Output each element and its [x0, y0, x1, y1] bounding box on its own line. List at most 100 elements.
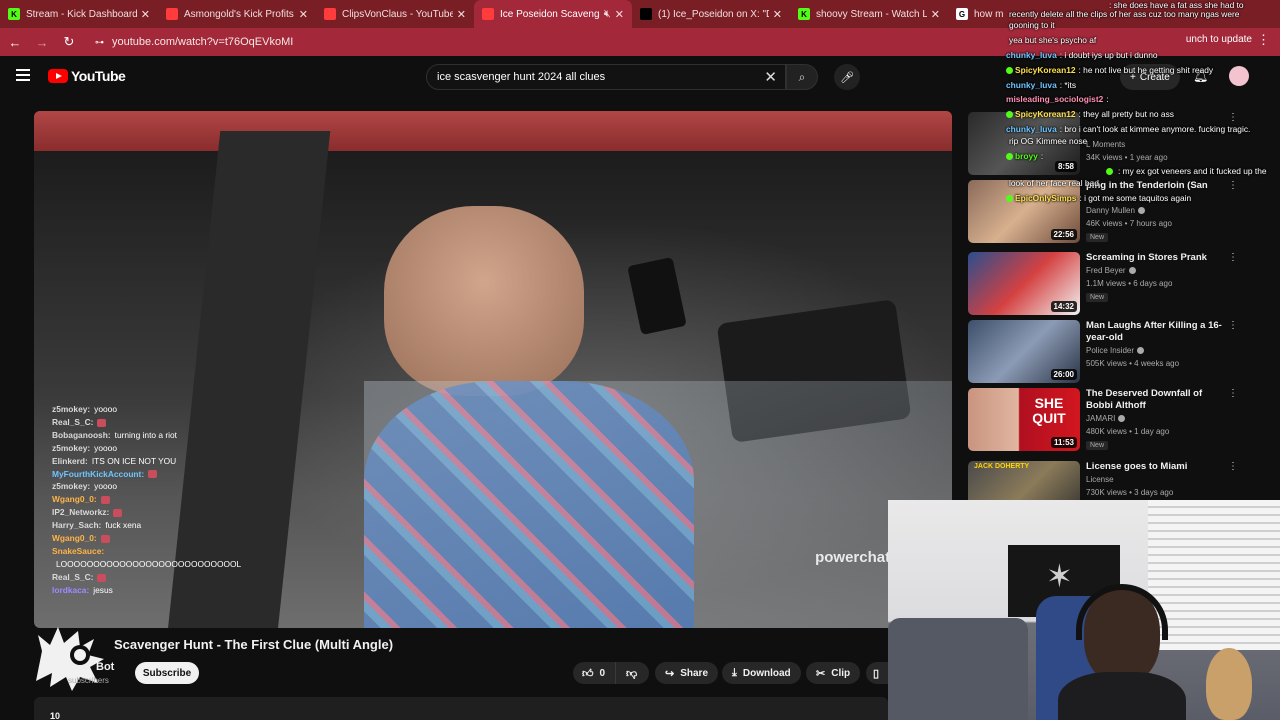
recommendation-thumbnail[interactable]: 14:32: [968, 252, 1080, 315]
more-options-icon[interactable]: ⋮: [1228, 461, 1238, 472]
save-button[interactable]: ▯: [866, 662, 888, 684]
tab-close-icon[interactable]: ✕: [615, 8, 624, 21]
share-icon: ↪: [665, 667, 675, 680]
recommendation-channel[interactable]: Danny Mullen: [1086, 206, 1145, 215]
browser-tab[interactable]: X (1) Ice_Poseidon on X: "During ✕: [632, 0, 790, 28]
recommendation-thumbnail[interactable]: SHE QUIT 11:53: [968, 388, 1080, 451]
reload-icon[interactable]: ↻: [57, 30, 81, 54]
share-button[interactable]: ↪ Share: [655, 662, 719, 684]
more-options-icon[interactable]: ⋮: [1228, 320, 1238, 331]
chat-username: lordkaca:: [52, 584, 90, 595]
tab-audio-icon[interactable]: 🔇︎: [604, 8, 611, 21]
clip-button[interactable]: ✂ Clip: [806, 662, 861, 684]
chat-text: ITS ON ICE NOT YOU: [91, 455, 177, 466]
chat-username: chunky_luva: [1006, 80, 1057, 90]
chat-username: Elinkerd:: [52, 455, 88, 466]
channel-name[interactable]: Bot: [96, 661, 114, 673]
back-arrow-icon[interactable]: ←: [3, 30, 27, 54]
chat-message: Bobaganoosh: turning into a riot: [52, 429, 322, 442]
chat-text: : my ex got veneers and it fucked up the: [1118, 166, 1267, 176]
chat-badge-icon: [1006, 111, 1013, 119]
tab-favicon-icon: K: [8, 8, 20, 20]
search-input[interactable]: ice scasvenger hunt 2024 all clues ✕: [426, 64, 786, 90]
browser-tab[interactable]: K Stream - Kick Dashboard ✕: [0, 0, 158, 28]
recommendation-meta: 730K views • 3 days ago: [1086, 488, 1174, 497]
chat-text: yea but she's psycho af: [1009, 35, 1097, 45]
browser-tab[interactable]: Kshoovy Stream - Watch Live on ✕: [790, 0, 948, 28]
more-options-icon[interactable]: ⋮: [1228, 180, 1238, 191]
like-count: 0: [599, 667, 606, 679]
upload-age: 1 year ago: [50, 711, 56, 720]
like-button[interactable]: 👍︎ 0: [573, 662, 615, 684]
chat-username: z5mokey:: [52, 442, 91, 453]
video-stats: 10 views 1 year ago: [42, 704, 60, 720]
video-player[interactable]: z5mokey: yoooo Real_S_C: Bobaganoosh: turnin…: [34, 111, 952, 628]
tab-favicon-icon: [482, 8, 494, 20]
tab-title: Ice Poseidon Scavenger Hu: [500, 8, 600, 20]
floating-chat-message: yea but she's psycho af: [1006, 35, 1096, 46]
download-icon: ⤓: [732, 666, 737, 679]
recommendation-channel[interactable]: JAMARI: [1086, 414, 1126, 423]
browser-tab[interactable]: ClipsVonClaus - YouTube ✕: [316, 0, 474, 28]
verified-check-icon: [1118, 415, 1126, 423]
more-options-icon[interactable]: ⋮: [1228, 252, 1238, 263]
search-button[interactable]: ⌕: [786, 64, 818, 90]
recommendation-channel[interactable]: L Moments: [1086, 140, 1125, 149]
tab-title: ClipsVonClaus - YouTube: [342, 8, 453, 20]
floating-chat-message: look of her face real bad: [1006, 178, 1099, 189]
tab-title: shoovy Stream - Watch Live on: [816, 8, 927, 20]
verified-check-icon: [1137, 207, 1145, 215]
chat-username: broyy: [1015, 151, 1038, 161]
account-avatar[interactable]: [1229, 66, 1249, 86]
tab-close-icon[interactable]: ✕: [457, 8, 466, 21]
recommendation-channel[interactable]: License: [1086, 475, 1114, 484]
recommendation-title: Man Laughs After Killing a 16-year-old: [1086, 320, 1222, 343]
description-box[interactable]: 10 views 1 year ago: [34, 697, 888, 720]
tab-close-icon[interactable]: ✕: [773, 8, 782, 21]
chat-message: z5mokey: yoooo: [52, 403, 322, 416]
recommendation-item[interactable]: 14:32 Screaming in Stores Prank Fred Beyer…: [968, 252, 1258, 316]
clear-search-icon[interactable]: ✕: [764, 68, 777, 86]
recommendation-item[interactable]: 22:56 ping in the Tenderloin (San Danny Mu…: [968, 180, 1258, 244]
chat-username: MyFourthKickAccount:: [52, 468, 145, 479]
recommendation-channel[interactable]: Fred Beyer: [1086, 266, 1136, 275]
recommendation-item[interactable]: SHE QUIT 11:53 The Deserved Downfall of Bo…: [968, 388, 1258, 452]
new-badge: New: [1086, 441, 1109, 450]
browser-tab[interactable]: Asmongold's Kick Profits in 1 M ✕: [158, 0, 316, 28]
search-icon: ⌕: [798, 69, 806, 84]
couch: [888, 618, 1028, 720]
site-info-icon[interactable]: ⊶: [95, 37, 104, 48]
tab-close-icon[interactable]: ✕: [299, 8, 308, 21]
tab-close-icon[interactable]: ✕: [141, 8, 150, 21]
relaunch-to-update-button[interactable]: unch to update: [1186, 34, 1252, 45]
recommendation-channel[interactable]: Police Insider: [1086, 346, 1145, 355]
chat-text: LOOOOOOOOOOOOOOOOOOOOOOOOOOOL: [56, 558, 242, 569]
hamburger-menu-icon[interactable]: [16, 69, 30, 81]
dislike-button[interactable]: 👎︎: [615, 662, 649, 684]
channel-name-text: L Moments: [1086, 140, 1126, 149]
more-options-icon[interactable]: ⋮: [1228, 112, 1238, 123]
youtube-logo[interactable]: YouTube: [48, 68, 126, 84]
voice-search-button[interactable]: 🎤︎: [834, 64, 860, 90]
browser-tab[interactable]: Ice Poseidon Scavenger Hu 🔇︎ ✕: [474, 0, 632, 28]
recommendation-item[interactable]: 26:00 Man Laughs After Killing a 16-year-…: [968, 320, 1258, 384]
recommendation-thumbnail[interactable]: 22:56: [968, 180, 1080, 243]
more-options-icon[interactable]: ⋮: [1228, 388, 1238, 399]
subscribe-button[interactable]: Subscribe: [135, 662, 199, 684]
recommendation-thumbnail[interactable]: 26:00: [968, 320, 1080, 383]
chat-text: : bro i can't look at kimmee anymore. fu…: [1059, 124, 1251, 134]
download-button[interactable]: ⤓ Download: [722, 662, 801, 684]
forward-arrow-icon[interactable]: →: [30, 30, 54, 54]
subscriber-count: subscribers: [68, 676, 109, 685]
chat-username: chunky_luva: [1006, 124, 1057, 134]
url-field[interactable]: ⊶ youtube.com/watch?v=t76OqEVkoMI: [95, 36, 293, 48]
tab-title: (1) Ice_Poseidon on X: "During: [658, 8, 769, 20]
tab-close-icon[interactable]: ✕: [931, 8, 940, 21]
video-chat-overlay: z5mokey: yoooo Real_S_C: Bobaganoosh: turnin…: [52, 403, 322, 597]
recommendation-title: ping in the Tenderloin (San: [1086, 180, 1208, 191]
thumbnail-text: JACK DOHERTY: [974, 463, 1030, 470]
video-title: Scavenger Hunt - The First Clue (Multi A…: [114, 637, 394, 652]
chat-text: yoooo: [94, 481, 117, 492]
chat-username: Harry_Sach:: [52, 520, 102, 531]
browser-menu-icon[interactable]: ⋮: [1257, 32, 1270, 48]
